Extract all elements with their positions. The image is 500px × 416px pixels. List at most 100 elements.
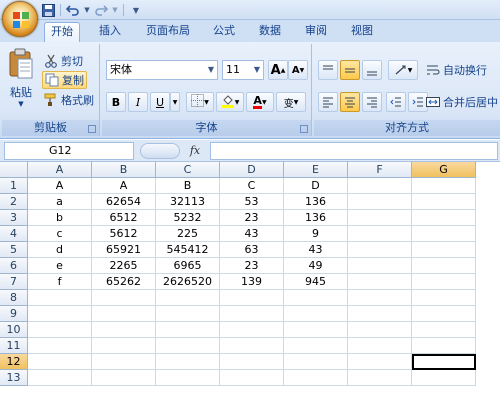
cell-d12[interactable] [220,354,284,370]
grow-font-button[interactable]: A ▲ [268,60,288,80]
cell-f8[interactable] [348,290,412,306]
cell-f3[interactable] [348,210,412,226]
cell-d3[interactable]: 23 [220,210,284,226]
cell-e11[interactable] [284,338,348,354]
row-header-12[interactable]: 12 [0,354,28,370]
redo-icon[interactable] [93,2,109,18]
cell-c8[interactable] [156,290,220,306]
decrease-indent-button[interactable] [386,92,406,112]
cell-d10[interactable] [220,322,284,338]
cell-e7[interactable]: 945 [284,274,348,290]
cell-c7[interactable]: 2626520 [156,274,220,290]
column-header-f[interactable]: F [348,162,412,178]
customize-icon[interactable]: ▼ [128,2,144,18]
wrap-text-button[interactable]: 自动换行 [426,61,487,79]
tab-formulas[interactable]: 公式 [208,22,240,42]
row-header-3[interactable]: 3 [0,210,28,226]
cell-g9[interactable] [412,306,476,322]
select-all-corner[interactable] [0,162,28,178]
cell-b8[interactable] [92,290,156,306]
formula-bar-splitter[interactable] [140,143,180,159]
phonetic-button[interactable]: 变 ▼ [276,92,306,112]
cell-f2[interactable] [348,194,412,210]
column-header-e[interactable]: E [284,162,348,178]
tab-page-layout[interactable]: 页面布局 [140,22,196,42]
cell-c10[interactable] [156,322,220,338]
fill-color-button[interactable]: ▼ [216,92,244,112]
cell-a4[interactable]: c [28,226,92,242]
paste-dropdown-icon[interactable]: ▼ [6,100,36,108]
align-right-button[interactable] [362,92,382,112]
cell-f13[interactable] [348,370,412,386]
cell-d8[interactable] [220,290,284,306]
cell-b4[interactable]: 5612 [92,226,156,242]
cell-b12[interactable] [92,354,156,370]
cell-f4[interactable] [348,226,412,242]
cell-f12[interactable] [348,354,412,370]
cell-d1[interactable]: C [220,178,284,194]
cell-e1[interactable]: D [284,178,348,194]
cell-g1[interactable] [412,178,476,194]
cell-a7[interactable]: f [28,274,92,290]
cell-d11[interactable] [220,338,284,354]
align-middle-button[interactable] [340,60,360,80]
font-name-combo[interactable]: 宋体 ▼ [106,60,218,80]
align-left-button[interactable] [318,92,338,112]
cell-d6[interactable]: 23 [220,258,284,274]
cell-c3[interactable]: 5232 [156,210,220,226]
row-header-13[interactable]: 13 [0,370,28,386]
cell-e12[interactable] [284,354,348,370]
font-launcher-icon[interactable] [300,125,308,133]
cell-e10[interactable] [284,322,348,338]
shrink-font-button[interactable]: A ▼ [288,60,308,80]
undo-icon[interactable] [65,2,81,18]
cell-b5[interactable]: 65921 [92,242,156,258]
cell-f6[interactable] [348,258,412,274]
row-header-1[interactable]: 1 [0,178,28,194]
column-header-c[interactable]: C [156,162,220,178]
cell-b11[interactable] [92,338,156,354]
clipboard-launcher-icon[interactable] [88,125,96,133]
column-header-g[interactable]: G [412,162,476,178]
align-top-button[interactable] [318,60,338,80]
merge-center-button[interactable]: 合并后居中 [426,93,498,111]
cell-d9[interactable] [220,306,284,322]
cell-e8[interactable] [284,290,348,306]
cell-a8[interactable] [28,290,92,306]
cell-g7[interactable] [412,274,476,290]
tab-data[interactable]: 数据 [254,22,286,42]
cell-a9[interactable] [28,306,92,322]
cell-b1[interactable]: A [92,178,156,194]
cell-e2[interactable]: 136 [284,194,348,210]
cell-b10[interactable] [92,322,156,338]
underline-dropdown-icon[interactable]: ▼ [170,92,180,112]
underline-button[interactable]: U [150,92,170,112]
cell-e13[interactable] [284,370,348,386]
tab-insert[interactable]: 插入 [94,22,126,42]
cell-g6[interactable] [412,258,476,274]
undo-dropdown-icon[interactable]: ▼ [83,2,91,18]
cell-g12[interactable] [412,354,476,370]
row-header-7[interactable]: 7 [0,274,28,290]
font-size-dropdown-icon[interactable]: ▼ [251,61,263,79]
cell-c12[interactable] [156,354,220,370]
column-header-a[interactable]: A [28,162,92,178]
cell-g4[interactable] [412,226,476,242]
tab-view[interactable]: 视图 [346,22,378,42]
cell-c9[interactable] [156,306,220,322]
cell-g5[interactable] [412,242,476,258]
cell-a2[interactable]: a [28,194,92,210]
align-center-button[interactable] [340,92,360,112]
cell-a13[interactable] [28,370,92,386]
italic-button[interactable]: I [128,92,148,112]
cell-f11[interactable] [348,338,412,354]
cut-button[interactable]: 剪切 [44,52,83,70]
row-header-10[interactable]: 10 [0,322,28,338]
borders-button[interactable]: ▼ [186,92,214,112]
row-header-9[interactable]: 9 [0,306,28,322]
increase-indent-button[interactable] [408,92,428,112]
cell-d2[interactable]: 53 [220,194,284,210]
save-icon[interactable] [40,2,56,18]
cell-e5[interactable]: 43 [284,242,348,258]
cell-a3[interactable]: b [28,210,92,226]
